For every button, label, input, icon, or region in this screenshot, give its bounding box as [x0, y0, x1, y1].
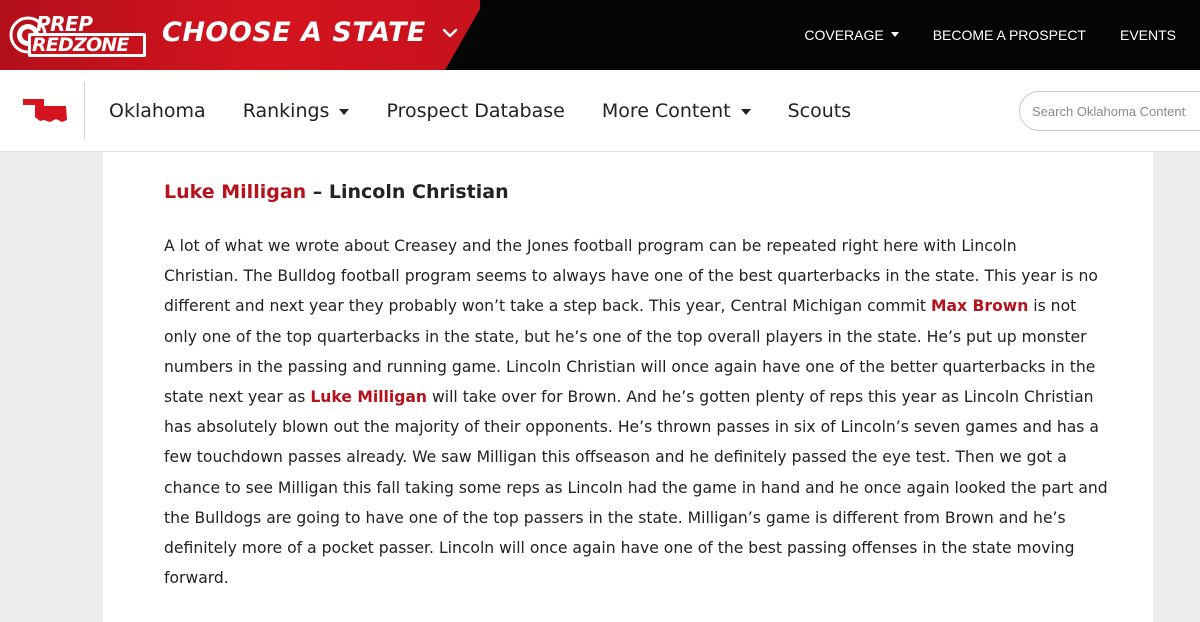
state-nav-rankings[interactable]: Rankings — [243, 100, 350, 122]
article-line: few touchdown passes already. We saw Mil… — [164, 442, 1094, 472]
state-nav-oklahoma[interactable]: Oklahoma — [109, 100, 206, 122]
article-text: numbers in the passing and running game.… — [164, 357, 1096, 376]
article-text: only one of the top quarterbacks in the … — [164, 327, 1087, 346]
choose-state-label: CHOOSE A STATE — [162, 17, 426, 48]
article-line: Christian. The Bulldog football program … — [164, 261, 1098, 291]
article-text: the Bulldogs are going to have one of th… — [164, 508, 1066, 527]
top-nav-become-a-prospect[interactable]: BECOME A PROSPECT — [933, 27, 1086, 43]
article-line: forward. — [164, 563, 1094, 593]
state-nav-label: Prospect Database — [386, 100, 565, 122]
prep-redzone-logo[interactable]: PREP REDZONE — [8, 10, 148, 60]
article-line: only one of the top quarterbacks in the … — [164, 322, 1094, 352]
article-card: Luke Milligan – Lincoln Christian A lot … — [103, 152, 1153, 622]
logo-text-prep: PREP — [36, 12, 93, 36]
top-bar: PREP REDZONE CHOOSE A STATE COVERAGE BEC… — [0, 0, 1200, 70]
article-text: A lot of what we wrote about Creasey and… — [164, 237, 1017, 255]
heading-school: – Lincoln Christian — [306, 181, 509, 203]
oklahoma-state-icon[interactable] — [22, 98, 68, 124]
article-text: different and next year they probably wo… — [164, 297, 931, 316]
article-text: will take over for Brown. And he’s gotte… — [427, 388, 1094, 407]
player-link[interactable]: Max Brown — [931, 297, 1028, 315]
top-nav-coverage[interactable]: COVERAGE — [804, 27, 899, 43]
nav-divider — [84, 82, 85, 140]
article-text: has absolutely blown out the majority of… — [164, 418, 1099, 437]
article-heading: Luke Milligan – Lincoln Christian — [164, 181, 509, 203]
top-nav: COVERAGE BECOME A PROSPECT EVENTS — [804, 0, 1176, 70]
player-name-link[interactable]: Luke Milligan — [164, 181, 306, 203]
article-line: has absolutely blown out the majority of… — [164, 412, 1099, 442]
state-nav-label: More Content — [601, 100, 731, 122]
article-text: few touchdown passes already. We saw Mil… — [164, 448, 1067, 467]
article-line: the Bulldogs are going to have one of th… — [164, 503, 1094, 533]
logo-text-redzone: REDZONE — [32, 34, 129, 56]
top-nav-events[interactable]: EVENTS — [1120, 27, 1176, 43]
top-nav-label: EVENTS — [1119, 27, 1176, 43]
state-nav-scouts[interactable]: Scouts — [788, 100, 852, 122]
state-nav-label: Scouts — [787, 100, 852, 122]
top-nav-label: COVERAGE — [804, 27, 884, 43]
article-text: is not — [1028, 297, 1077, 316]
caret-down-icon — [740, 108, 751, 115]
state-nav-prospect-database[interactable]: Prospect Database — [386, 100, 564, 122]
article-body: A lot of what we wrote about Creasey and… — [164, 231, 1108, 593]
search-input[interactable] — [1019, 91, 1200, 131]
caret-down-icon — [339, 108, 350, 115]
article-text: definitely more of a pocket passer. Linc… — [164, 539, 1075, 558]
article-text: chance to see Milligan this fall taking … — [164, 478, 1108, 497]
state-nav-bar: Oklahoma Rankings Prospect Database More… — [0, 70, 1200, 152]
state-nav-more-content[interactable]: More Content — [602, 100, 751, 122]
caret-down-icon — [890, 31, 899, 37]
article-line: different and next year they probably wo… — [164, 291, 1094, 321]
player-link[interactable]: Luke Milligan — [310, 388, 427, 406]
article-line: definitely more of a pocket passer. Linc… — [164, 533, 1094, 563]
choose-state-dropdown[interactable]: CHOOSE A STATE — [162, 17, 458, 48]
chevron-down-icon — [442, 28, 458, 37]
article-line: numbers in the passing and running game.… — [164, 352, 1096, 382]
article-line: state next year as Luke Milligan will ta… — [164, 382, 1094, 412]
article-text: forward. — [164, 569, 229, 588]
article-text: Christian. The Bulldog football program … — [164, 267, 1098, 286]
article-text: state next year as — [164, 388, 311, 407]
article-line: chance to see Milligan this fall taking … — [164, 473, 1108, 503]
state-nav: Oklahoma Rankings Prospect Database More… — [109, 70, 851, 152]
state-nav-label: Oklahoma — [109, 100, 206, 122]
state-nav-label: Rankings — [242, 100, 330, 122]
top-nav-label: BECOME A PROSPECT — [932, 27, 1086, 43]
article-line: A lot of what we wrote about Creasey and… — [164, 231, 1094, 261]
